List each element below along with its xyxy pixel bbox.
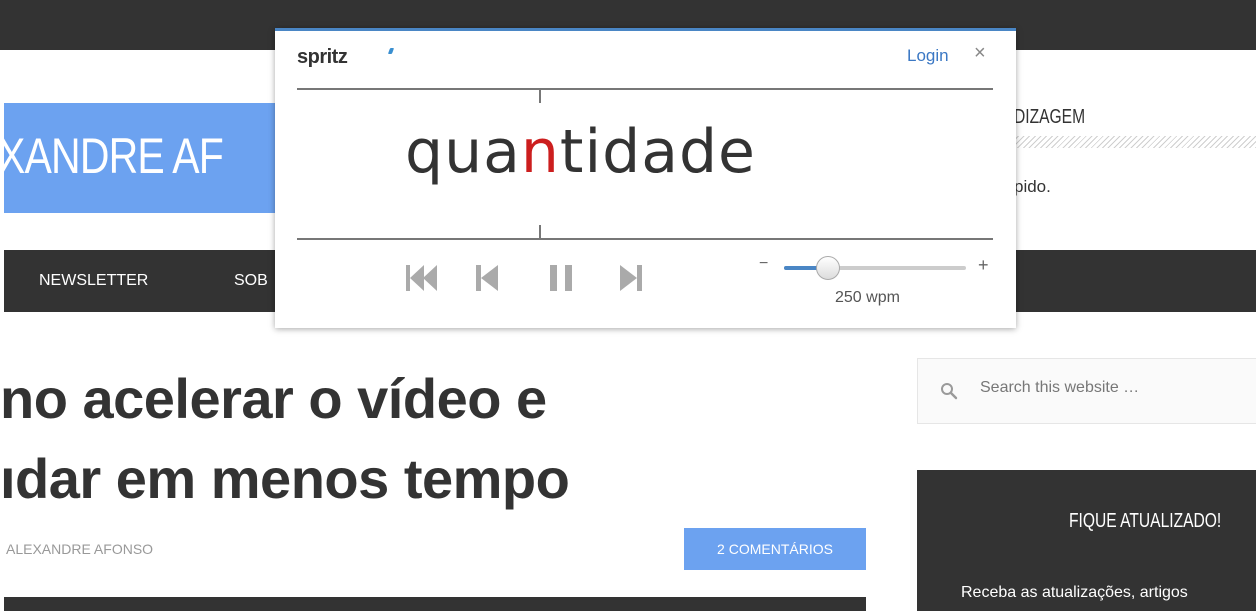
newsletter-widget: FIQUE ATUALIZADO! Receba as atualizações… — [917, 470, 1256, 611]
site-header-logo[interactable]: XANDRE AF — [4, 103, 290, 213]
search-form — [917, 358, 1256, 424]
nav-item-newsletter[interactable]: NEWSLETTER — [39, 272, 148, 290]
search-input[interactable] — [980, 379, 1240, 397]
post-featured-image — [4, 597, 866, 611]
rewind-icon[interactable] — [405, 263, 439, 293]
newsletter-text: Receba as atualizações, artigos — [961, 584, 1188, 601]
reticle-top-line — [297, 88, 993, 90]
newsletter-title: FIQUE ATUALIZADO! — [1069, 510, 1222, 532]
close-icon[interactable]: × — [974, 42, 986, 65]
pause-icon[interactable] — [548, 263, 574, 293]
post-title-line-2: ıdar em menos tempo — [0, 447, 570, 510]
speed-slider-thumb[interactable] — [816, 256, 840, 280]
word-suffix: tidade — [559, 117, 756, 187]
speed-slider[interactable] — [784, 256, 966, 280]
search-icon — [941, 383, 958, 400]
widget-title-divider — [1012, 136, 1256, 148]
spritz-login-link[interactable]: Login — [907, 46, 949, 66]
spritz-reader-popup: spritz Login × quantidade − + 250 wpm — [275, 28, 1016, 328]
spritz-current-word: quantidade — [405, 117, 756, 187]
previous-icon[interactable] — [474, 263, 500, 293]
speed-label: 250 wpm — [835, 289, 900, 306]
word-prefix: qua — [405, 117, 521, 187]
spritz-logo-mark — [387, 48, 395, 54]
reticle-top-marker — [539, 90, 541, 103]
comments-button[interactable]: 2 COMENTÁRIOS — [684, 528, 866, 570]
sidebar-widget-title: DIZAGEM — [1014, 106, 1086, 128]
speed-decrease-button[interactable]: − — [759, 255, 768, 273]
post-author[interactable]: ALEXANDRE AFONSO — [6, 541, 153, 557]
reticle-bottom-line — [297, 238, 993, 240]
speed-increase-button[interactable]: + — [978, 255, 989, 276]
site-title[interactable]: XANDRE AF — [4, 127, 224, 185]
nav-item-sobre[interactable]: SOB — [234, 272, 268, 290]
sidebar-widget-text: pido. — [1014, 177, 1051, 196]
spritz-logo: spritz — [297, 46, 348, 68]
word-focus-letter: n — [520, 117, 560, 187]
next-icon[interactable] — [618, 263, 644, 293]
post-title-line-1: no acelerar o vídeo e — [0, 367, 547, 430]
reticle-bottom-marker — [539, 225, 541, 238]
